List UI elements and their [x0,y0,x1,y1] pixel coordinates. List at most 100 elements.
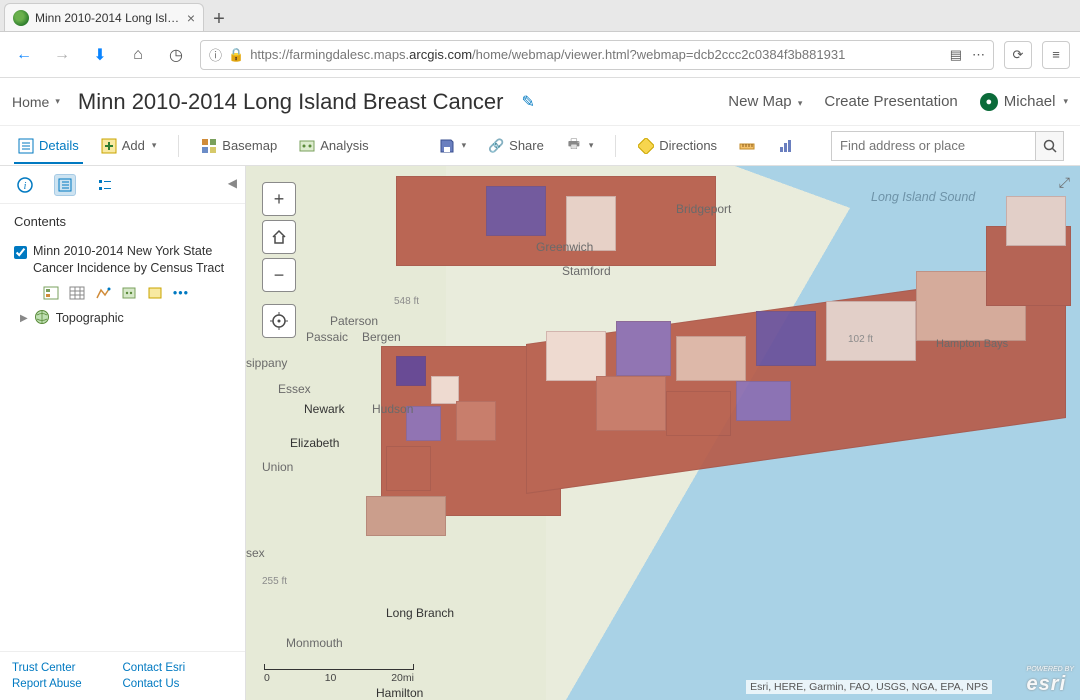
zoom-out-button[interactable]: − [262,258,296,292]
new-tab-button[interactable]: + [204,7,234,31]
map-label: Bergen [362,330,401,344]
elevation-label: 548 ft [394,296,419,307]
share-icon: 🔗 [488,138,504,154]
map-label: sippany [246,356,287,370]
default-extent-button[interactable] [262,220,296,254]
directions-icon [638,138,654,154]
edit-title-icon[interactable]: ✎ [522,92,535,112]
expand-icon[interactable]: ▶ [20,313,28,324]
show-legend-icon[interactable] [42,285,60,301]
contents-tab-icon[interactable] [54,174,76,196]
basemap-layer-item[interactable]: ▶ Topographic [14,305,235,332]
reload-button[interactable]: ⟳ [1004,41,1032,69]
tab-favicon [13,10,29,26]
map-label: Long Branch [386,606,454,620]
search-box[interactable] [831,131,1064,161]
home-link[interactable]: Home▾ [12,94,60,110]
layer-item[interactable]: Minn 2010-2014 New York State Cancer Inc… [14,239,235,281]
trust-center-link[interactable]: Trust Center [12,662,123,674]
home-icon [270,228,288,246]
map-label: Greenwich [536,240,593,254]
details-button[interactable]: Details [16,128,81,164]
map-label: Monmouth [286,636,343,650]
zoom-in-button[interactable]: + [262,182,296,216]
analysis-icon [299,138,315,154]
legend-tab-icon[interactable] [94,174,116,196]
map-label: Stamford [562,264,611,278]
filter-icon[interactable] [120,285,138,301]
map-label: Paterson [330,314,378,328]
map-label: Newark [304,402,345,416]
new-map-link[interactable]: New Map ▾ [728,93,802,110]
tab-title: Minn 2010-2014 Long Isl… [35,11,179,25]
contact-us-link[interactable]: Contact Us [123,678,234,690]
perform-analysis-icon[interactable] [146,285,164,301]
print-button[interactable]: 🖶▾ [564,128,596,164]
directions-button[interactable]: Directions [636,128,719,164]
app-header: Home▾ Minn 2010-2014 Long Island Breast … [0,78,1080,126]
measure-button[interactable] [737,128,757,164]
scalebar: 0 10 20mi [264,664,414,684]
share-button[interactable]: 🔗 Share [486,128,546,164]
map-label: Elizabeth [290,436,339,450]
analysis-button[interactable]: Analysis [297,128,370,164]
layer-visibility-checkbox[interactable] [14,246,27,259]
map-canvas[interactable]: Bridgeport Greenwich Stamford Paterson P… [246,166,1080,700]
create-presentation-link[interactable]: Create Presentation [824,93,957,110]
footer-links: Trust Center Contact Esri Report Abuse C… [0,651,245,700]
about-tab-icon[interactable]: i [14,174,36,196]
map-label: Passaic [306,330,348,344]
locate-button[interactable] [262,304,296,338]
browser-tab[interactable]: Minn 2010-2014 Long Isl… × [4,3,204,31]
globe-icon [34,309,50,328]
show-table-icon[interactable] [68,285,86,301]
bookmarks-icon [777,138,793,154]
page-title: Minn 2010-2014 Long Island Breast Cancer [78,89,504,115]
forward-button[interactable]: → [48,41,76,69]
search-icon [1043,139,1057,153]
map-label: Hampton Bays [936,338,1008,350]
url-bar[interactable]: ⓘ 🔒 https://farmingdalesc.maps.arcgis.co… [200,40,994,70]
map-label: Essex [278,382,311,396]
save-button[interactable]: ▾ [437,128,469,164]
print-icon: 🖶 [566,138,582,154]
home-icon[interactable]: ⌂ [124,41,152,69]
elevation-label: 255 ft [262,576,287,587]
basemap-label: Topographic [56,311,124,325]
lock-icon: 🔒 [228,47,244,63]
expand-map-icon[interactable]: ⤢ [1059,174,1070,191]
basemap-button[interactable]: Basemap [199,128,279,164]
basemap-icon [201,138,217,154]
collapse-sidebar-icon[interactable]: ◀ [228,176,237,190]
browser-tab-strip: Minn 2010-2014 Long Isl… × + [0,0,1080,32]
site-info-icon[interactable]: ⓘ [209,45,222,64]
measure-icon [739,138,755,154]
search-input[interactable] [832,138,1035,153]
downloads-icon[interactable]: ⬇ [86,41,114,69]
contact-esri-link[interactable]: Contact Esri [123,662,234,674]
svg-text:i: i [24,181,27,192]
change-style-icon[interactable] [94,285,112,301]
page-actions-icon[interactable]: ⋯ [972,47,985,63]
user-menu[interactable]: ● Michael ▾ [980,93,1068,111]
locate-icon [270,312,288,330]
history-icon[interactable]: ◷ [162,41,190,69]
esri-logo[interactable]: POWERED BY esri [1027,666,1074,696]
elevation-label: 102 ft [848,334,873,345]
more-options-icon[interactable]: ••• [172,285,190,301]
add-icon [101,138,117,154]
close-tab-icon[interactable]: × [187,10,195,26]
report-abuse-link[interactable]: Report Abuse [12,678,123,690]
menu-button[interactable]: ≡ [1042,41,1070,69]
search-button[interactable] [1035,132,1063,160]
bookmarks-button[interactable] [775,128,795,164]
reader-mode-icon[interactable]: ▤ [950,47,962,63]
water-label: Long Island Sound [871,190,931,204]
avatar: ● [980,93,998,111]
back-button[interactable]: ← [10,41,38,69]
map-attribution[interactable]: Esri, HERE, Garmin, FAO, USGS, NGA, EPA,… [746,680,992,694]
add-button[interactable]: Add ▾ [99,128,159,164]
map-label: Hudson [372,402,413,416]
map-label: Hamilton [376,686,423,700]
map-label: Bridgeport [676,202,731,216]
